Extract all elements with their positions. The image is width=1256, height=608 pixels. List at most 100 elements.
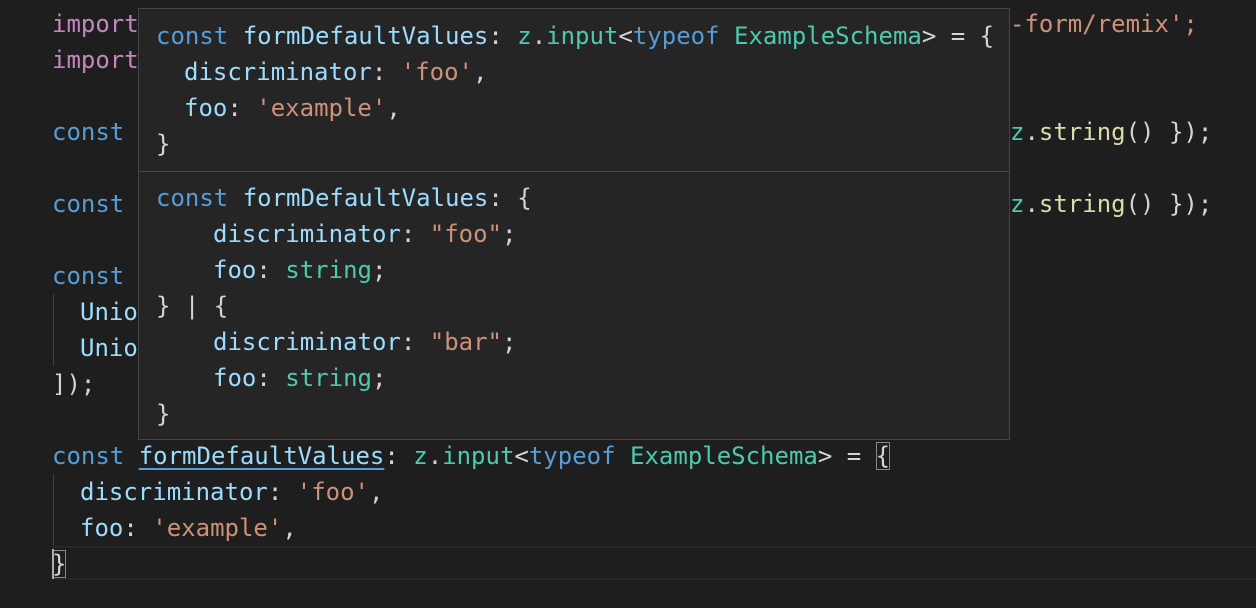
hover-type-line: const formDefaultValues: { — [156, 180, 532, 216]
text-cursor — [52, 549, 54, 579]
code-line-3: const — [52, 114, 124, 150]
type-input: input — [442, 442, 515, 470]
type-ExampleSchema: ExampleSchema — [630, 442, 818, 470]
type-ExampleSchema: ExampleSchema — [734, 22, 922, 50]
punctuation: , — [386, 94, 401, 122]
punctuation: : — [256, 364, 286, 392]
hover-type-line: } | { — [156, 288, 228, 324]
current-line-highlight — [52, 546, 1256, 580]
string-literal: -form/remix'; — [1010, 10, 1198, 38]
punctuation: ; — [502, 220, 517, 248]
punctuation: > = — [817, 442, 876, 470]
identifier-formDefaultValues: formDefaultValues — [242, 184, 489, 212]
punctuation: : — [371, 58, 401, 86]
punctuation: : — [488, 22, 518, 50]
code-line-10: discriminator: 'foo', — [80, 474, 383, 510]
hover-type-line: foo: string; — [213, 360, 386, 396]
hover-type-line: discriminator: "bar"; — [213, 324, 516, 360]
punctuation: , — [282, 514, 297, 542]
keyword-const: const — [52, 262, 125, 290]
string-literal: "foo" — [429, 220, 502, 248]
hover-type-line: discriminator: "foo"; — [213, 216, 516, 252]
code-line-5: const — [52, 258, 124, 294]
code-editor[interactable]: import -form/remix'; import const z.stri… — [0, 0, 1256, 608]
punctuation: ; — [371, 364, 387, 392]
method-string: string — [1038, 118, 1126, 146]
keyword-typeof: typeof — [528, 442, 616, 470]
property-foo: foo — [213, 256, 257, 284]
code-line-12: } — [52, 546, 67, 582]
identifier-formDefaultValues: formDefaultValues — [242, 22, 489, 50]
property-discriminator: discriminator — [213, 328, 401, 356]
hovered-identifier-formDefaultValues[interactable]: formDefaultValues — [139, 442, 385, 470]
hover-code-line: foo: 'example', — [184, 90, 401, 126]
punctuation: ; — [371, 256, 387, 284]
punctuation: . — [531, 22, 547, 50]
punctuation: . — [1024, 118, 1039, 146]
method-string: string — [1038, 190, 1126, 218]
string-literal: 'example' — [152, 514, 283, 542]
string-literal: 'example' — [256, 94, 387, 122]
hover-code-line: const formDefaultValues: z.input<typeof … — [156, 18, 994, 54]
hover-divider — [139, 171, 1009, 172]
punctuation: } — [156, 130, 171, 158]
identifier-z: z — [413, 442, 428, 470]
punctuation: . — [427, 442, 443, 470]
string-literal: 'foo' — [400, 58, 473, 86]
hover-type-line: } — [156, 396, 170, 432]
punctuation: ; — [502, 328, 517, 356]
code-line-1: import — [52, 6, 139, 42]
code-line-11: foo: 'example', — [80, 510, 297, 546]
punctuation: } | { — [156, 292, 229, 320]
punctuation: < — [514, 442, 529, 470]
keyword-import: import — [52, 10, 139, 38]
hover-code-line: } — [156, 126, 170, 162]
property-foo: foo — [213, 364, 257, 392]
type-string: string — [285, 256, 372, 284]
indent-guide — [53, 474, 54, 546]
punctuation: : — [227, 94, 257, 122]
punctuation: : — [256, 256, 286, 284]
keyword-typeof: typeof — [632, 22, 720, 50]
punctuation: } — [156, 400, 171, 428]
punctuation: , — [473, 58, 488, 86]
keyword-const: const — [52, 118, 125, 146]
string-literal: 'foo' — [296, 478, 369, 506]
identifier-z: z — [1010, 118, 1025, 146]
property-discriminator: discriminator — [184, 58, 372, 86]
punctuation: : — [400, 220, 430, 248]
code-line-1-tail: -form/remix'; — [1010, 6, 1198, 42]
keyword-const: const — [156, 184, 229, 212]
matched-bracket-close: } — [52, 550, 67, 578]
property-discriminator: discriminator — [80, 478, 268, 506]
punctuation: : { — [488, 184, 532, 212]
punctuation: () }); — [1125, 118, 1213, 146]
punctuation: () }); — [1125, 190, 1213, 218]
code-line-4: const — [52, 186, 124, 222]
punctuation: ]); — [52, 370, 96, 398]
keyword-import: import — [52, 46, 139, 74]
hover-code-line: discriminator: 'foo', — [184, 54, 487, 90]
keyword-const: const — [52, 190, 125, 218]
code-line-6: Unio — [80, 294, 138, 330]
punctuation: : — [384, 442, 414, 470]
punctuation: < — [618, 22, 633, 50]
property-discriminator: discriminator — [213, 220, 401, 248]
code-line-9: const formDefaultValues: z.input<typeof … — [52, 438, 891, 474]
type-input: input — [546, 22, 619, 50]
hover-tooltip[interactable]: const formDefaultValues: z.input<typeof … — [138, 8, 1010, 440]
identifier-z: z — [1010, 190, 1025, 218]
punctuation: , — [369, 478, 384, 506]
property-foo: foo — [184, 94, 228, 122]
punctuation: > = { — [921, 22, 995, 50]
code-line-7: Unio — [80, 330, 138, 366]
hover-type-line: foo: string; — [213, 252, 386, 288]
code-line-2: import — [52, 42, 139, 78]
type-string: string — [285, 364, 372, 392]
matched-bracket-open: { — [875, 442, 891, 470]
identifier-z: z — [517, 22, 532, 50]
punctuation: : — [123, 514, 153, 542]
punctuation: : — [400, 328, 430, 356]
code-line-3-tail: z.string() }); — [1010, 114, 1212, 150]
punctuation: . — [1024, 190, 1039, 218]
